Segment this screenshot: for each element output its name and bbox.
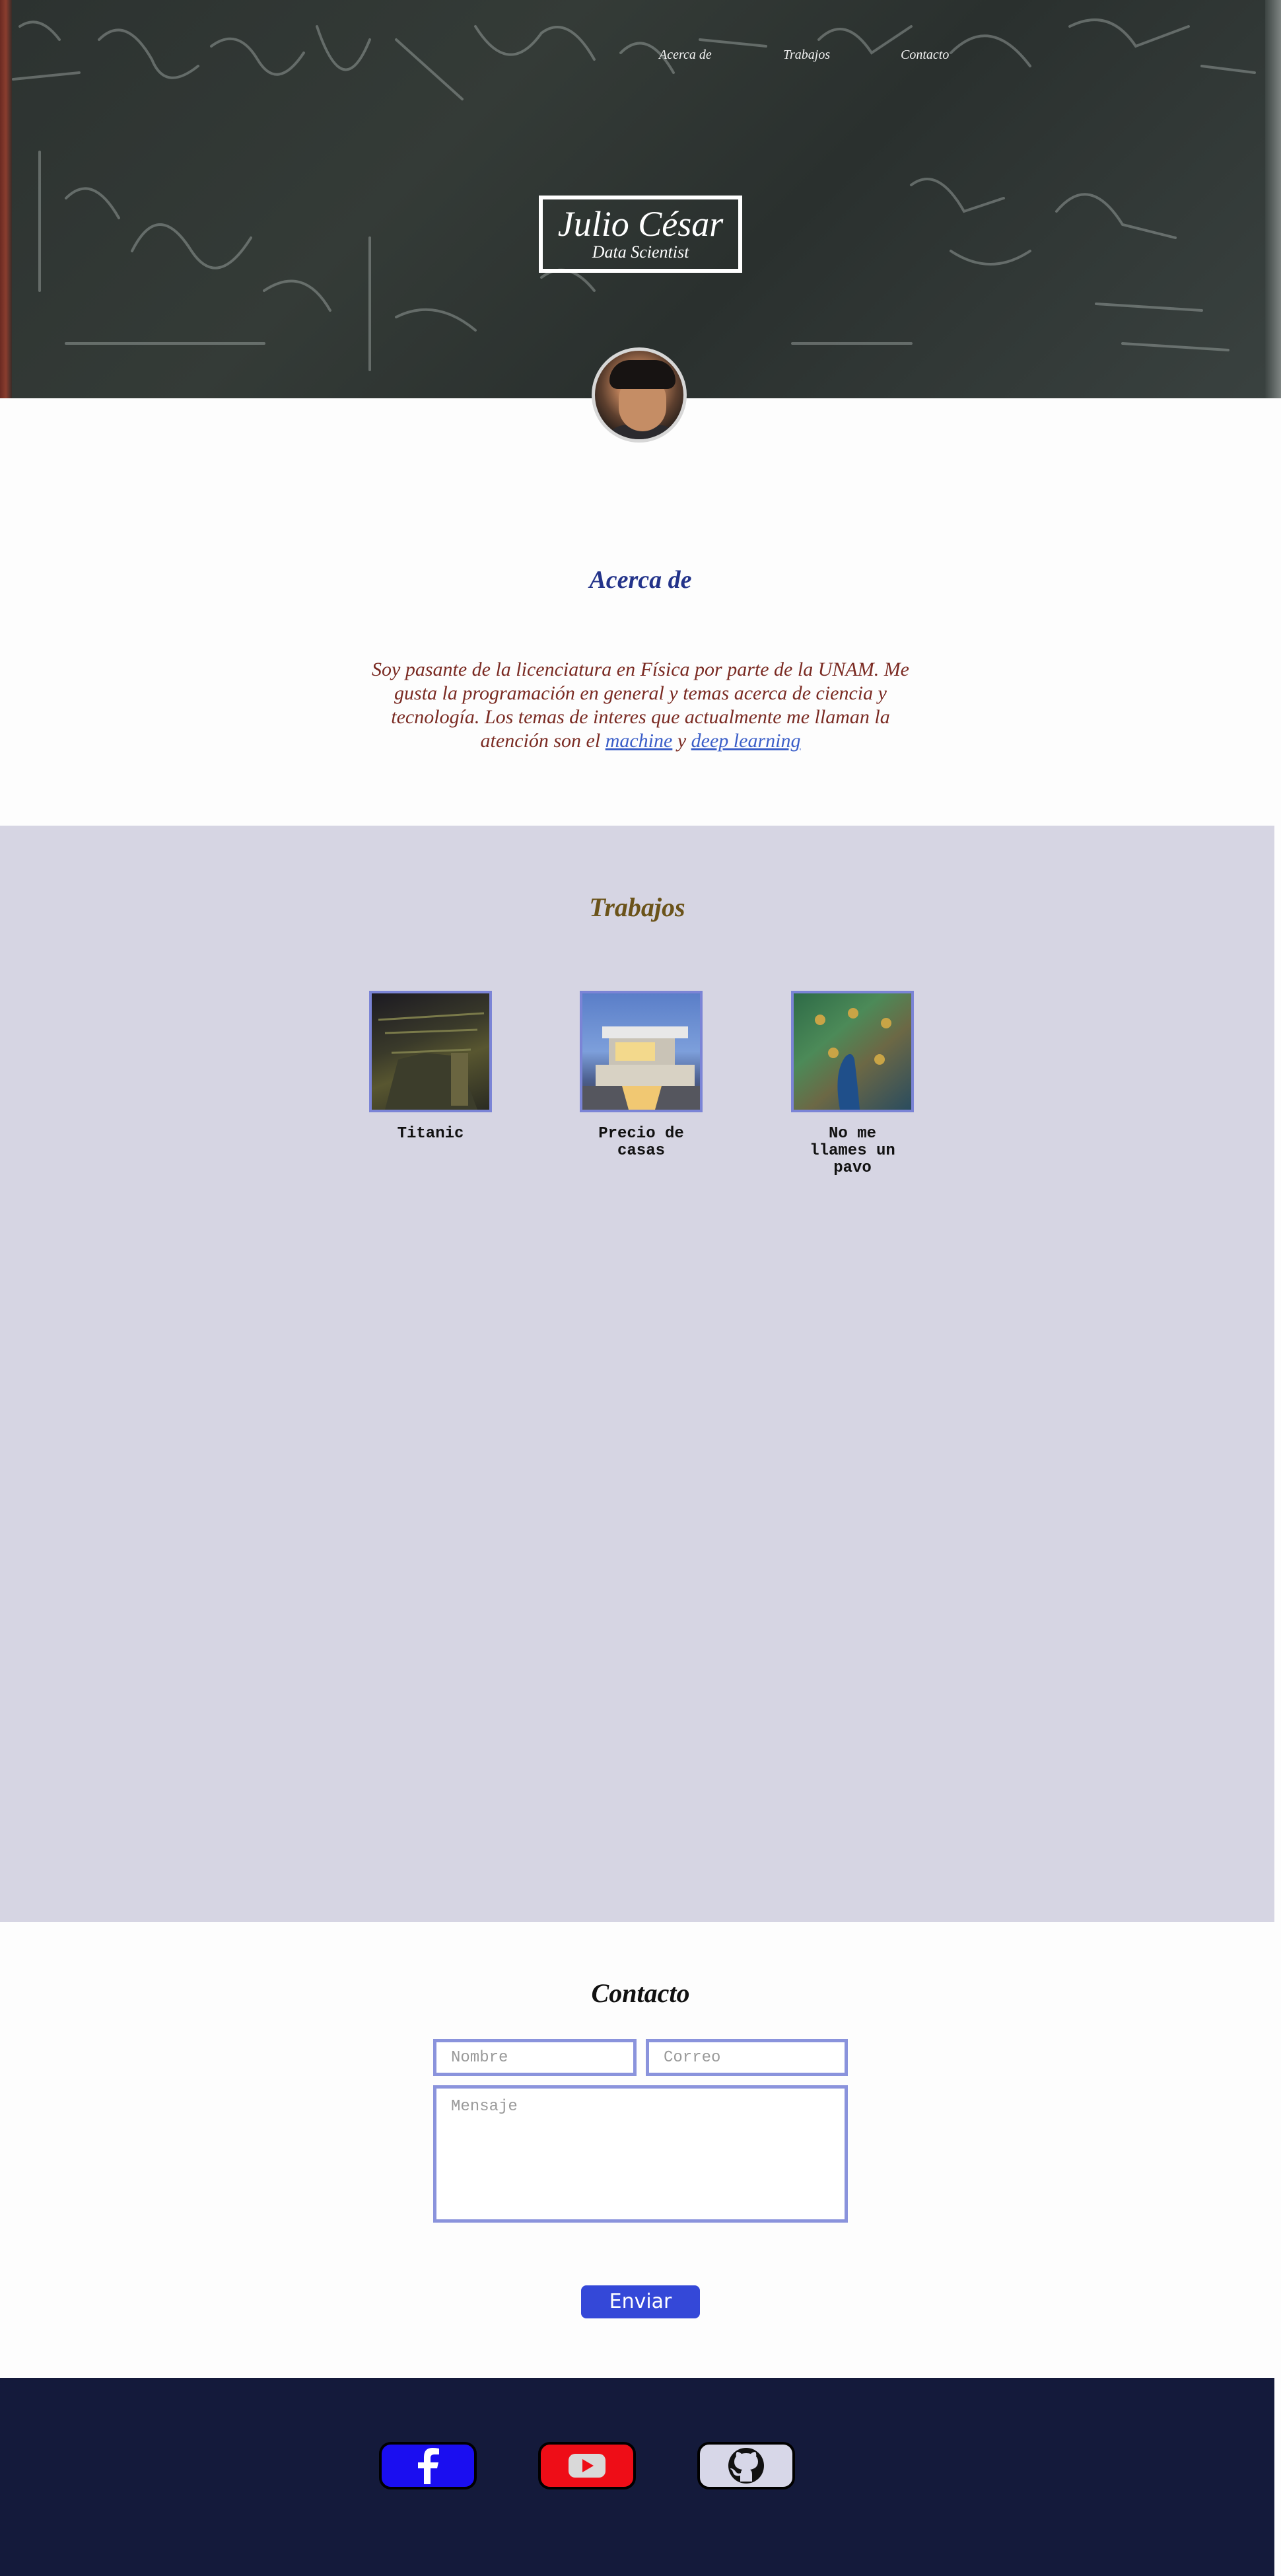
github-link[interactable] xyxy=(697,2442,795,2489)
houses-thumbnail[interactable] xyxy=(580,991,703,1112)
facebook-icon xyxy=(418,2448,439,2484)
machine-link[interactable]: machine xyxy=(606,730,673,752)
work-card-houses[interactable]: Precio de casas xyxy=(580,991,703,1160)
main-nav: Acerca de Trabajos Contacto xyxy=(0,48,1281,74)
work-card-titanic[interactable]: Titanic xyxy=(369,991,492,1143)
shipwreck-image xyxy=(378,1012,485,1110)
hero-banner: Acerca de Trabajos Contacto Julio César … xyxy=(0,0,1281,398)
about-heading: Acerca de xyxy=(589,566,692,594)
work-label[interactable]: Titanic xyxy=(381,1126,480,1143)
github-icon xyxy=(728,2448,764,2484)
work-card-peacock[interactable]: No me llames un pavo xyxy=(791,991,914,1177)
peacock-image xyxy=(815,1008,891,1110)
peacock-thumbnail[interactable] xyxy=(791,991,914,1112)
title-box: Julio César Data Scientist xyxy=(539,196,742,273)
avatar-hair xyxy=(609,360,675,389)
nav-link-works[interactable]: Trabajos xyxy=(783,48,830,63)
about-connector: y xyxy=(672,730,691,752)
nav-link-about[interactable]: Acerca de xyxy=(659,48,712,63)
deep-learning-link[interactable]: deep learning xyxy=(691,730,801,752)
contact-heading: Contacto xyxy=(591,1978,690,2008)
message-field[interactable] xyxy=(433,2085,848,2223)
work-label[interactable]: Precio de casas xyxy=(592,1126,691,1160)
works-section: Trabajos Titanic Precio de casas No me l… xyxy=(0,826,1274,1922)
house-image xyxy=(582,1026,700,1110)
youtube-link[interactable] xyxy=(538,2442,636,2489)
avatar xyxy=(592,347,687,443)
youtube-icon xyxy=(569,2454,606,2478)
works-heading: Trabajos xyxy=(589,892,685,922)
site-owner-name: Julio César xyxy=(557,204,724,244)
send-button[interactable]: Enviar xyxy=(581,2285,700,2318)
titanic-thumbnail[interactable] xyxy=(369,991,492,1112)
email-field[interactable] xyxy=(646,2039,848,2076)
work-label[interactable]: No me llames un pavo xyxy=(803,1126,902,1177)
site-owner-role: Data Scientist xyxy=(592,242,689,262)
facebook-link[interactable] xyxy=(379,2442,477,2489)
name-field[interactable] xyxy=(433,2039,637,2076)
footer xyxy=(0,2378,1274,2576)
nav-link-contact[interactable]: Contacto xyxy=(901,48,949,63)
about-paragraph: Soy pasante de la licenciatura en Física… xyxy=(370,658,911,753)
